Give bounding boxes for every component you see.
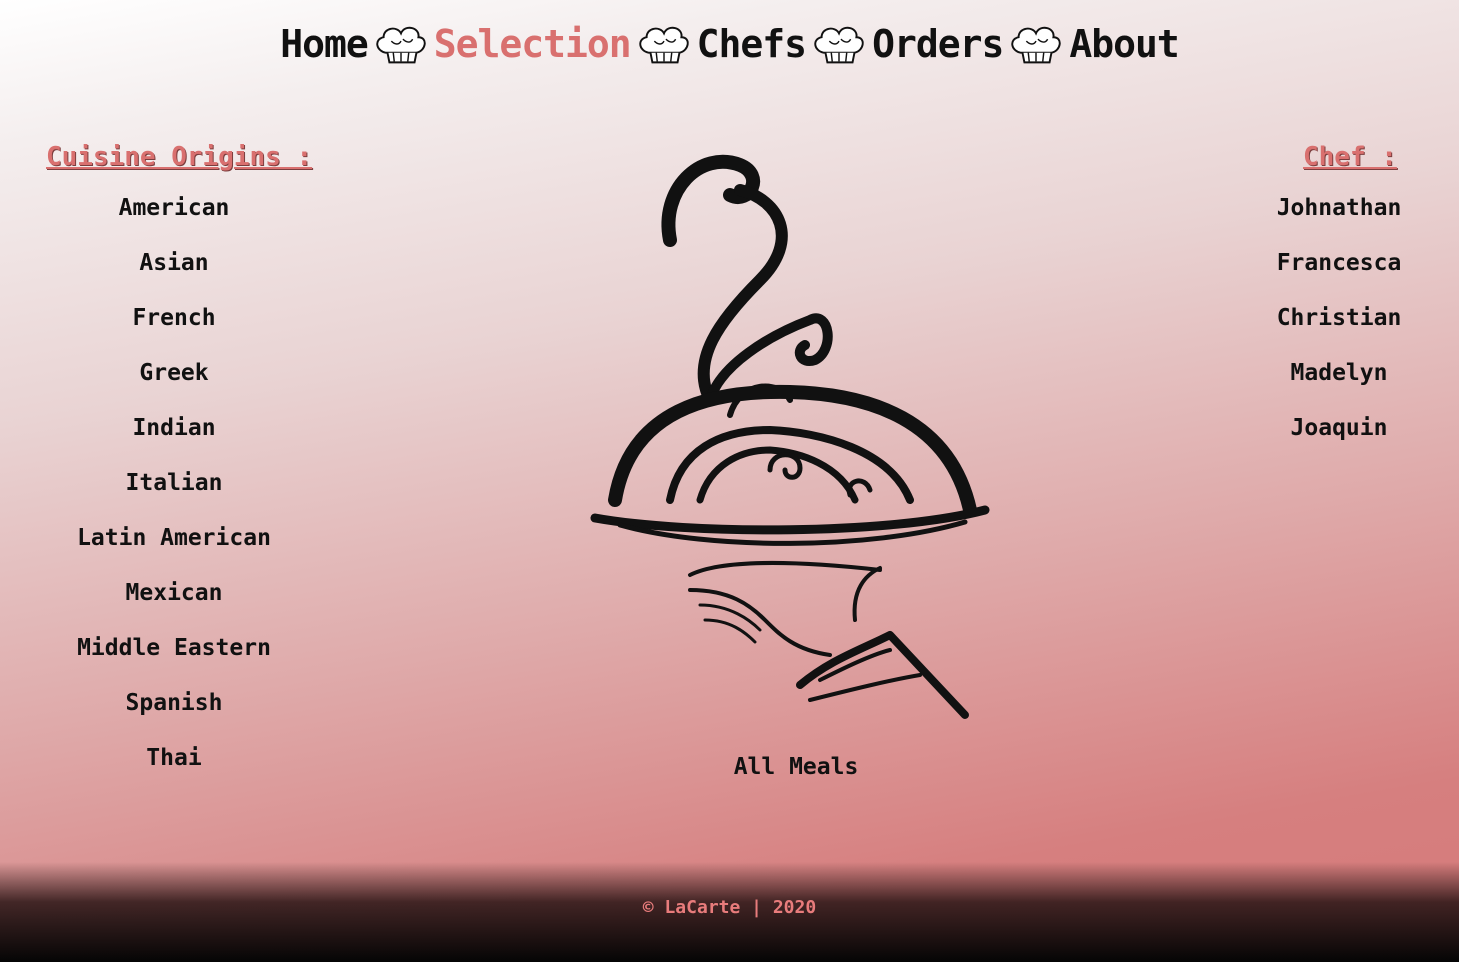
chef-list: Johnathan Francesca Christian Madelyn Jo… [1239, 190, 1439, 465]
nav-orders[interactable]: Orders [872, 22, 1004, 66]
cuisine-item-greek[interactable]: Greek [64, 355, 284, 410]
top-navigation: Home Selection Chefs Orders About [0, 14, 1459, 74]
nav-chefs[interactable]: Chefs [697, 22, 807, 66]
nav-home[interactable]: Home [280, 22, 369, 66]
chef-title: Chef : [1303, 142, 1397, 172]
chef-item-francesca[interactable]: Francesca [1239, 245, 1439, 300]
cuisine-item-asian[interactable]: Asian [64, 245, 284, 300]
chef-item-christian[interactable]: Christian [1239, 300, 1439, 355]
cuisine-list: American Asian French Greek Indian Itali… [64, 190, 284, 795]
cuisine-item-indian[interactable]: Indian [64, 410, 284, 465]
footer-copyright: © LaCarte | 2020 [642, 897, 817, 918]
chef-hat-icon [814, 26, 864, 64]
nav-selection[interactable]: Selection [434, 22, 632, 66]
chef-hat-icon [639, 26, 689, 64]
cuisine-item-mexican[interactable]: Mexican [64, 575, 284, 630]
cuisine-item-american[interactable]: American [64, 190, 284, 245]
nav-about[interactable]: About [1069, 22, 1179, 66]
cuisine-item-middle-eastern[interactable]: Middle Eastern [64, 630, 284, 685]
cuisine-item-thai[interactable]: Thai [64, 740, 284, 795]
cuisine-origins-title: Cuisine Origins : [46, 142, 313, 172]
cuisine-item-french[interactable]: French [64, 300, 284, 355]
all-meals-link[interactable]: All Meals [696, 754, 896, 780]
cuisine-item-spanish[interactable]: Spanish [64, 685, 284, 740]
chef-item-madelyn[interactable]: Madelyn [1239, 355, 1439, 410]
chef-item-joaquin[interactable]: Joaquin [1239, 410, 1439, 465]
cuisine-item-italian[interactable]: Italian [64, 465, 284, 520]
chef-hat-icon [1011, 26, 1061, 64]
serving-cloche-hand-icon [590, 154, 990, 719]
chef-item-johnathan[interactable]: Johnathan [1239, 190, 1439, 245]
chef-hat-icon [376, 26, 426, 64]
cuisine-item-latin-american[interactable]: Latin American [64, 520, 284, 575]
